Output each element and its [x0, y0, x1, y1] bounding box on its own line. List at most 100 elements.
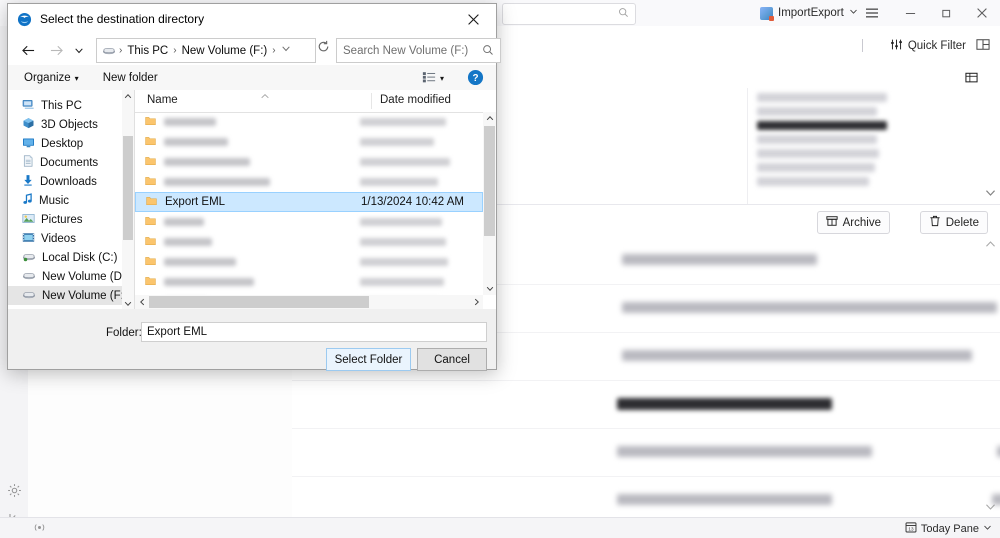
- preview-scroll-up[interactable]: [985, 238, 996, 252]
- nav-item-videos[interactable]: Videos: [8, 229, 134, 248]
- chevron-left-icon[interactable]: [135, 295, 149, 309]
- file-list-hscroll-thumb[interactable]: [149, 296, 369, 308]
- search-placeholder: Search New Volume (F:): [343, 44, 469, 57]
- refresh-button[interactable]: [317, 40, 330, 56]
- file-list-rows[interactable]: Export EML 1/13/2024 10:42 AM: [135, 112, 483, 295]
- nav-item-local-disk-c[interactable]: Local Disk (C:): [8, 248, 134, 267]
- quick-filter-button[interactable]: Quick Filter: [890, 38, 966, 54]
- dialog-title: Select the destination directory: [40, 12, 205, 26]
- nav-item-new-volume-d[interactable]: New Volume (D:): [8, 267, 134, 286]
- list-item[interactable]: [292, 380, 1000, 429]
- nav-pane-scrollbar[interactable]: [122, 90, 134, 309]
- list-item[interactable]: [292, 428, 1000, 477]
- message-list-scroll-down[interactable]: [985, 186, 996, 200]
- chevron-right-icon[interactable]: [469, 295, 483, 309]
- table-row[interactable]: [757, 177, 869, 186]
- column-header-name[interactable]: Name: [147, 94, 178, 106]
- folder-name-input[interactable]: Export EML: [141, 322, 487, 342]
- file-list-pane[interactable]: Name Date modified Export EML 1/13/2024 …: [134, 90, 496, 309]
- nav-item-downloads[interactable]: Downloads: [8, 172, 134, 191]
- nav-item-desktop[interactable]: Desktop: [8, 134, 134, 153]
- drive-icon: [102, 45, 116, 56]
- chevron-up-icon[interactable]: [483, 112, 496, 125]
- calendar-13-icon: 13: [905, 521, 917, 536]
- nav-item-music[interactable]: Music: [8, 191, 134, 210]
- new-folder-label: New folder: [102, 72, 158, 84]
- address-breadcrumb-bar[interactable]: › This PC › New Volume (F:) ›: [96, 38, 316, 63]
- dialog-close-button[interactable]: [451, 4, 496, 34]
- nav-item-3d-objects[interactable]: 3D Objects: [8, 115, 134, 134]
- file-list-horizontal-scrollbar[interactable]: [135, 295, 483, 309]
- table-row[interactable]: [757, 135, 877, 144]
- file-list-scroll-thumb[interactable]: [484, 126, 495, 236]
- help-circle-icon[interactable]: ?: [467, 69, 484, 89]
- table-row[interactable]: [757, 121, 887, 130]
- column-header-date-modified[interactable]: Date modified: [380, 94, 451, 106]
- layout-columns-icon[interactable]: [976, 38, 990, 54]
- today-pane-button[interactable]: 13 Today Pane: [905, 521, 992, 536]
- message-subject: [617, 494, 832, 505]
- search-icon: [482, 44, 494, 59]
- view-mode-button[interactable]: ▾: [422, 71, 444, 86]
- nav-item-pictures[interactable]: Pictures: [8, 210, 134, 229]
- folder-name-value: Export EML: [147, 326, 208, 338]
- table-row[interactable]: [135, 272, 483, 292]
- back-button[interactable]: [14, 36, 42, 64]
- cancel-button[interactable]: Cancel: [417, 348, 487, 371]
- breadcrumb-separator: ›: [173, 45, 177, 56]
- nav-item-label: Desktop: [41, 137, 84, 150]
- table-row[interactable]: [757, 107, 877, 116]
- list-item[interactable]: [292, 476, 1000, 518]
- message-subject: [617, 446, 872, 457]
- minimize-button[interactable]: [892, 0, 928, 26]
- select-folder-button[interactable]: Select Folder: [326, 348, 411, 371]
- documents-icon: [22, 155, 34, 170]
- forward-button[interactable]: [42, 36, 70, 64]
- delete-button[interactable]: Delete: [919, 211, 988, 234]
- table-row[interactable]: [135, 252, 483, 272]
- chevron-down-icon[interactable]: [483, 282, 496, 295]
- table-row[interactable]: [135, 112, 483, 132]
- online-broadcast-icon[interactable]: [32, 521, 47, 537]
- nav-item-this-pc[interactable]: This PC: [8, 96, 134, 115]
- table-row[interactable]: [135, 172, 483, 192]
- app-menu-button[interactable]: [852, 0, 892, 26]
- gear-icon[interactable]: [0, 476, 28, 504]
- nav-pane-scroll-thumb[interactable]: [123, 136, 133, 240]
- nav-item-new-volume-f[interactable]: New Volume (F:): [8, 286, 134, 305]
- chevron-down-icon[interactable]: [281, 44, 291, 56]
- table-row[interactable]: [757, 163, 875, 172]
- sort-caret-up-icon: [260, 91, 270, 103]
- table-row[interactable]: [135, 212, 483, 232]
- preview-scroll-down[interactable]: [985, 500, 996, 514]
- file-date-blurred: [360, 158, 450, 166]
- account-switcher[interactable]: ImportExport: [760, 3, 858, 23]
- search-input[interactable]: Search New Volume (F:): [336, 38, 501, 63]
- breadcrumb-new-volume-f[interactable]: New Volume (F:): [180, 45, 270, 57]
- column-picker-icon[interactable]: [965, 68, 978, 88]
- archive-button[interactable]: Archive: [816, 211, 890, 234]
- chevron-down-icon[interactable]: [122, 297, 134, 309]
- table-row[interactable]: [135, 152, 483, 172]
- organize-label: Organize: [24, 72, 71, 84]
- close-button[interactable]: [964, 0, 1000, 26]
- maximize-restore-button[interactable]: [928, 0, 964, 26]
- navigation-pane[interactable]: This PC 3D Objects Desktop Documents Dow…: [8, 90, 134, 309]
- table-row-selected[interactable]: Export EML 1/13/2024 10:42 AM: [135, 192, 483, 212]
- table-row[interactable]: [757, 93, 887, 102]
- table-row[interactable]: [135, 132, 483, 152]
- new-folder-button[interactable]: New folder: [103, 72, 158, 84]
- file-name-blurred: [164, 258, 236, 266]
- nav-item-documents[interactable]: Documents: [8, 153, 134, 172]
- table-row[interactable]: [757, 149, 879, 158]
- file-date-blurred: [360, 278, 444, 286]
- cancel-label: Cancel: [434, 353, 470, 366]
- table-row[interactable]: [135, 232, 483, 252]
- organize-button[interactable]: Organize ▾: [24, 72, 79, 84]
- global-search-input[interactable]: [502, 3, 636, 25]
- recent-locations-button[interactable]: [70, 36, 88, 64]
- file-date-blurred: [360, 238, 446, 246]
- file-list-vertical-scrollbar[interactable]: [483, 112, 496, 295]
- breadcrumb-this-pc[interactable]: This PC: [125, 45, 170, 57]
- chevron-up-icon[interactable]: [122, 90, 134, 102]
